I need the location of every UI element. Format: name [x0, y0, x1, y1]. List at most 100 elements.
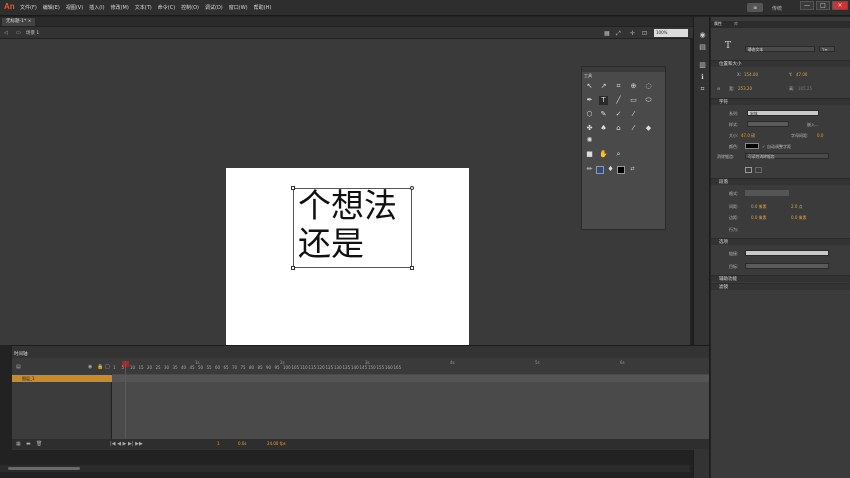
menu-commands[interactable]: 命令(C)	[158, 4, 175, 11]
pencil-tool-icon[interactable]: ✎	[599, 110, 608, 119]
rectangle-tool-icon[interactable]: ▭	[629, 96, 638, 105]
deco-tool-icon[interactable]: ✺	[585, 136, 594, 145]
menu-modify[interactable]: 修改(M)	[111, 4, 129, 11]
scene-label[interactable]: 场景 1	[26, 30, 39, 36]
text-type-select[interactable]: 静态文本	[745, 46, 815, 52]
stage-canvas[interactable]: 个想法 还是	[226, 168, 469, 345]
fill-color-icon[interactable]: ♦	[606, 165, 615, 174]
zoom-select[interactable]: 100%	[654, 29, 688, 37]
transform-icon[interactable]: ⌗	[698, 85, 707, 94]
menu-debug[interactable]: 调试(D)	[205, 4, 223, 11]
clip-icon[interactable]: ⊡	[642, 30, 648, 37]
3d-rotation-tool-icon[interactable]: ⊕	[629, 82, 638, 91]
spray-tool-icon[interactable]: ⁄	[629, 110, 638, 119]
document-tab[interactable]: 无标题-1* ×	[2, 18, 36, 26]
hand-tool-icon[interactable]: ✋	[599, 150, 608, 159]
new-folder-icon[interactable]: ▬	[26, 441, 31, 447]
target-select[interactable]	[745, 263, 829, 269]
margin-left-value[interactable]: 0.0 像素	[751, 215, 767, 221]
lock-layer-icon[interactable]: 🔒	[97, 364, 103, 370]
h-value[interactable]: 105.25	[798, 86, 812, 91]
ink-bottle-tool-icon[interactable]: ⌂	[614, 124, 623, 133]
brush-tool-icon[interactable]: ✓	[614, 110, 623, 119]
menu-view[interactable]: 视图(V)	[66, 4, 83, 11]
resize-handle-tl[interactable]	[291, 186, 295, 190]
paragraph-section[interactable]: 段落	[711, 178, 850, 185]
character-section[interactable]: 字符	[711, 98, 850, 105]
scrollbar-thumb[interactable]	[8, 467, 80, 470]
fps-value[interactable]: 24.00 fps	[267, 441, 286, 446]
current-frame[interactable]: 1	[217, 441, 220, 446]
paint-bucket-tool-icon[interactable]: ♠	[599, 124, 608, 133]
edit-scene-icon[interactable]: ▦	[604, 30, 610, 37]
fill-color-swatch[interactable]	[617, 166, 625, 174]
resize-handle-bl[interactable]	[291, 266, 295, 270]
horizontal-scrollbar[interactable]	[0, 465, 690, 472]
free-transform-tool-icon[interactable]: ⌗	[614, 82, 623, 91]
minimize-button[interactable]: —	[800, 1, 814, 10]
menu-edit[interactable]: 编辑(E)	[43, 4, 60, 11]
lock-icon[interactable]: ⊖	[717, 86, 720, 91]
workspace-label[interactable]: 传统	[772, 5, 782, 12]
close-button[interactable]: ✕	[832, 1, 848, 10]
playhead-line[interactable]	[125, 361, 126, 439]
camera-tool-icon[interactable]: ■	[585, 150, 594, 159]
embed-button[interactable]: 嵌入...	[807, 122, 819, 128]
timeline-tab[interactable]: 时间轴	[14, 351, 28, 357]
menu-file[interactable]: 文件(F)	[20, 4, 37, 11]
layer-row[interactable]: 图层_1	[12, 375, 112, 382]
x-value[interactable]: 154.00	[744, 72, 758, 77]
subselection-tool-icon[interactable]: ↗	[599, 82, 608, 91]
text-direction-select[interactable]: T≡	[819, 46, 835, 52]
stroke-color-icon[interactable]: ✏	[585, 165, 594, 174]
resize-handle-br[interactable]	[410, 266, 414, 270]
delete-layer-icon[interactable]: 🗑	[36, 441, 42, 447]
zoom-tool-icon[interactable]: ⌕	[614, 150, 623, 159]
eye-icon[interactable]: ◉	[698, 31, 707, 40]
restore-button[interactable]: □	[816, 1, 830, 10]
frames-area[interactable]	[112, 374, 709, 439]
tab-properties[interactable]: 属性	[714, 21, 722, 27]
indent-value[interactable]: 0.0 像素	[751, 204, 767, 210]
paragraph-align-buttons[interactable]	[745, 190, 789, 196]
tab-library[interactable]: 库	[734, 21, 738, 27]
menu-control[interactable]: 控制(O)	[181, 4, 199, 11]
visibility-icon[interactable]: ◉	[88, 364, 92, 370]
text-tool-icon[interactable]: T	[599, 96, 608, 105]
layer-name[interactable]: 图层_1	[22, 376, 35, 381]
menu-window[interactable]: 窗口(W)	[229, 4, 248, 11]
antialias-select[interactable]: 可读性消除锯齿	[745, 153, 829, 159]
font-style-select[interactable]	[747, 121, 789, 127]
current-time[interactable]: 0.0s	[238, 441, 246, 446]
size-value[interactable]: 47.0 磅	[741, 133, 755, 139]
resize-handle-tr[interactable]	[410, 186, 414, 190]
text-box[interactable]: 个想法 还是	[291, 186, 414, 270]
font-family-select[interactable]: 宋体	[747, 110, 819, 116]
tools-panel-grip[interactable]	[582, 67, 665, 72]
menu-help[interactable]: 帮助(H)	[254, 4, 272, 11]
edit-symbol-icon[interactable]: ⤢	[616, 30, 622, 37]
line-spacing-value[interactable]: 2.0 点	[791, 204, 803, 210]
w-value[interactable]: 253.20	[738, 86, 752, 91]
stroke-color-swatch[interactable]	[596, 166, 604, 174]
new-layer-icon[interactable]: ▦	[16, 441, 21, 447]
outline-icon[interactable]: □	[105, 364, 110, 370]
filters-section[interactable]: 滤镜	[711, 283, 850, 290]
align-icon[interactable]: ▥	[698, 61, 707, 70]
library-icon[interactable]: ▤	[698, 43, 707, 52]
lasso-tool-icon[interactable]: ◌	[644, 82, 653, 91]
position-size-section[interactable]: 位置和大小	[711, 60, 850, 67]
options-section[interactable]: 选项	[711, 238, 850, 245]
line-tool-icon[interactable]: ╱	[614, 96, 623, 105]
back-arrow-icon[interactable]: ◁	[4, 30, 10, 36]
oval-tool-icon[interactable]: ⬭	[644, 96, 653, 105]
frame-row[interactable]	[112, 375, 709, 382]
text-color-swatch[interactable]	[745, 143, 759, 149]
bone-tool-icon[interactable]: ✤	[585, 124, 594, 133]
swap-colors-icon[interactable]: ⇄	[628, 165, 637, 174]
selectable-icon[interactable]	[745, 167, 752, 173]
center-stage-icon[interactable]: ✛	[630, 30, 636, 37]
menu-insert[interactable]: 插入(I)	[89, 4, 104, 11]
info-icon[interactable]: ℹ	[698, 73, 707, 82]
auto-kern-checkbox[interactable]: ✓	[762, 144, 765, 149]
